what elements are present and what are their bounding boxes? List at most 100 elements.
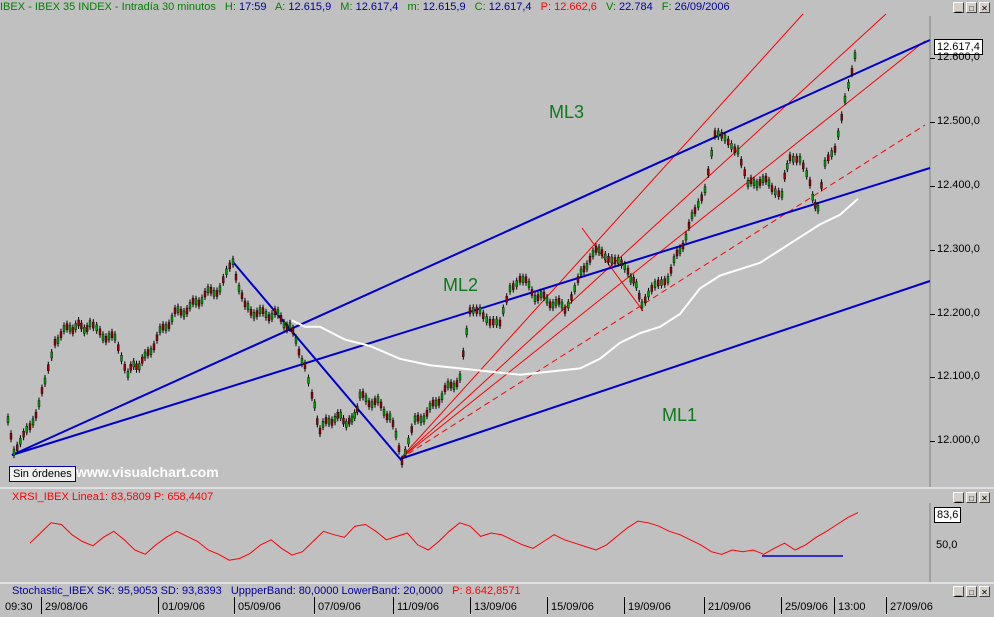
candle-body — [397, 445, 401, 452]
date-axis-label: 27/09/06 — [890, 601, 933, 613]
candle-body — [710, 149, 713, 157]
candle-body — [472, 307, 475, 314]
candle-body — [508, 285, 512, 292]
date-axis-tick — [781, 597, 782, 614]
candle-body — [123, 364, 127, 371]
candle-body — [140, 356, 144, 364]
candle-body — [68, 325, 72, 332]
candle-body — [843, 95, 847, 103]
candle-body — [449, 381, 453, 389]
candle-body — [814, 202, 817, 209]
candle-body — [723, 134, 727, 142]
candle-body — [783, 172, 786, 180]
candle-body — [495, 318, 498, 326]
candle-body — [620, 259, 623, 266]
candle-body — [413, 415, 417, 423]
candle-body — [740, 158, 743, 166]
candle-body — [530, 289, 534, 296]
candle-body — [152, 343, 156, 350]
rsi-axis-50: 50,0 — [936, 539, 958, 551]
candle-body — [700, 194, 703, 201]
candle-body — [12, 448, 16, 456]
candle-body — [672, 256, 676, 263]
stoch-minimize-icon[interactable]: ▁ — [953, 586, 964, 597]
candle-body — [452, 383, 456, 390]
sin-ordenes-button[interactable]: Sin órdenes — [9, 466, 76, 482]
candle-body — [388, 413, 392, 421]
candle-body — [313, 401, 316, 409]
date-axis-label: 07/09/06 — [318, 601, 361, 613]
candle-body — [209, 287, 213, 294]
candle-body — [194, 298, 198, 305]
candle-body — [149, 348, 153, 355]
candle-body — [653, 281, 657, 288]
date-axis: 09:30 29/08/06 01/09/06 05/09/06 07/09/06 11/… — [0, 597, 994, 615]
candle-body — [264, 311, 268, 318]
candle-body — [542, 291, 546, 299]
candle-body — [539, 291, 543, 298]
candle-body — [356, 406, 359, 413]
candle-body — [273, 308, 277, 315]
candle-body — [231, 258, 235, 265]
rsi-pane[interactable]: XRSI_IBEX Linea1: 83,5809 P: 658,4407 ▁ … — [0, 487, 994, 586]
ml3-label: ML3 — [549, 102, 585, 122]
candle-body — [730, 143, 733, 150]
candle-body — [505, 296, 508, 303]
candle-body — [850, 68, 854, 75]
candle-body — [218, 285, 222, 293]
price-axis-tick — [930, 441, 935, 442]
price-axis-tick — [930, 122, 935, 123]
candle-body — [600, 249, 604, 256]
date-axis-tick — [624, 597, 625, 614]
rsi-value-tag: 83,6 — [934, 507, 962, 523]
date-axis-label: 11/09/06 — [397, 601, 440, 613]
price-axis-label: 12.400,0 — [937, 179, 980, 191]
candle-body — [853, 52, 857, 59]
candle-body — [594, 246, 598, 253]
date-axis-label: 13/09/06 — [474, 601, 517, 613]
candle-body — [502, 307, 505, 314]
candle-body — [117, 344, 120, 351]
stoch-close-icon[interactable]: ✕ — [979, 586, 990, 597]
candle-body — [170, 315, 174, 322]
candle-body — [579, 268, 583, 276]
candle-body — [629, 275, 632, 283]
candle-body — [597, 246, 601, 254]
candle-body — [635, 281, 638, 289]
candle-body — [143, 351, 147, 359]
candle-body — [623, 263, 626, 270]
price-axis-label: 12.600,0 — [937, 51, 980, 63]
candle-body — [660, 279, 663, 286]
fork-line — [399, 40, 926, 460]
ml1-label: ML1 — [662, 405, 698, 425]
date-axis-tick — [470, 597, 471, 614]
date-axis-tick — [834, 597, 835, 614]
candle-body — [746, 180, 750, 187]
candle-body — [678, 247, 682, 254]
candle-body — [394, 431, 398, 438]
stoch-maximize-icon[interactable]: □ — [966, 586, 977, 597]
candle-body — [478, 307, 482, 314]
price-axis-tick — [930, 314, 935, 315]
date-axis-tick — [314, 597, 315, 614]
candle-body — [385, 413, 389, 421]
candle-body — [554, 299, 558, 306]
candle-body — [222, 276, 225, 283]
candle-body — [833, 146, 837, 153]
price-pane[interactable]: IBEX - IBEX 35 INDEX - Intradía 30 minut… — [0, 0, 994, 487]
candle-body — [847, 82, 850, 89]
candle-body — [644, 296, 647, 304]
candle-body — [808, 179, 812, 187]
candle-body — [129, 364, 133, 371]
fork-lines — [399, 13, 926, 460]
candle-body — [176, 306, 180, 313]
candle-body — [19, 438, 22, 445]
price-axis-tick — [930, 250, 935, 251]
candle-body — [437, 399, 441, 406]
candle-body — [391, 420, 395, 427]
candle-body — [43, 377, 47, 385]
candle-body — [717, 130, 720, 138]
candle-body — [379, 401, 383, 409]
ml2-label: ML2 — [443, 275, 479, 295]
date-axis-label: 29/08/06 — [45, 601, 88, 613]
